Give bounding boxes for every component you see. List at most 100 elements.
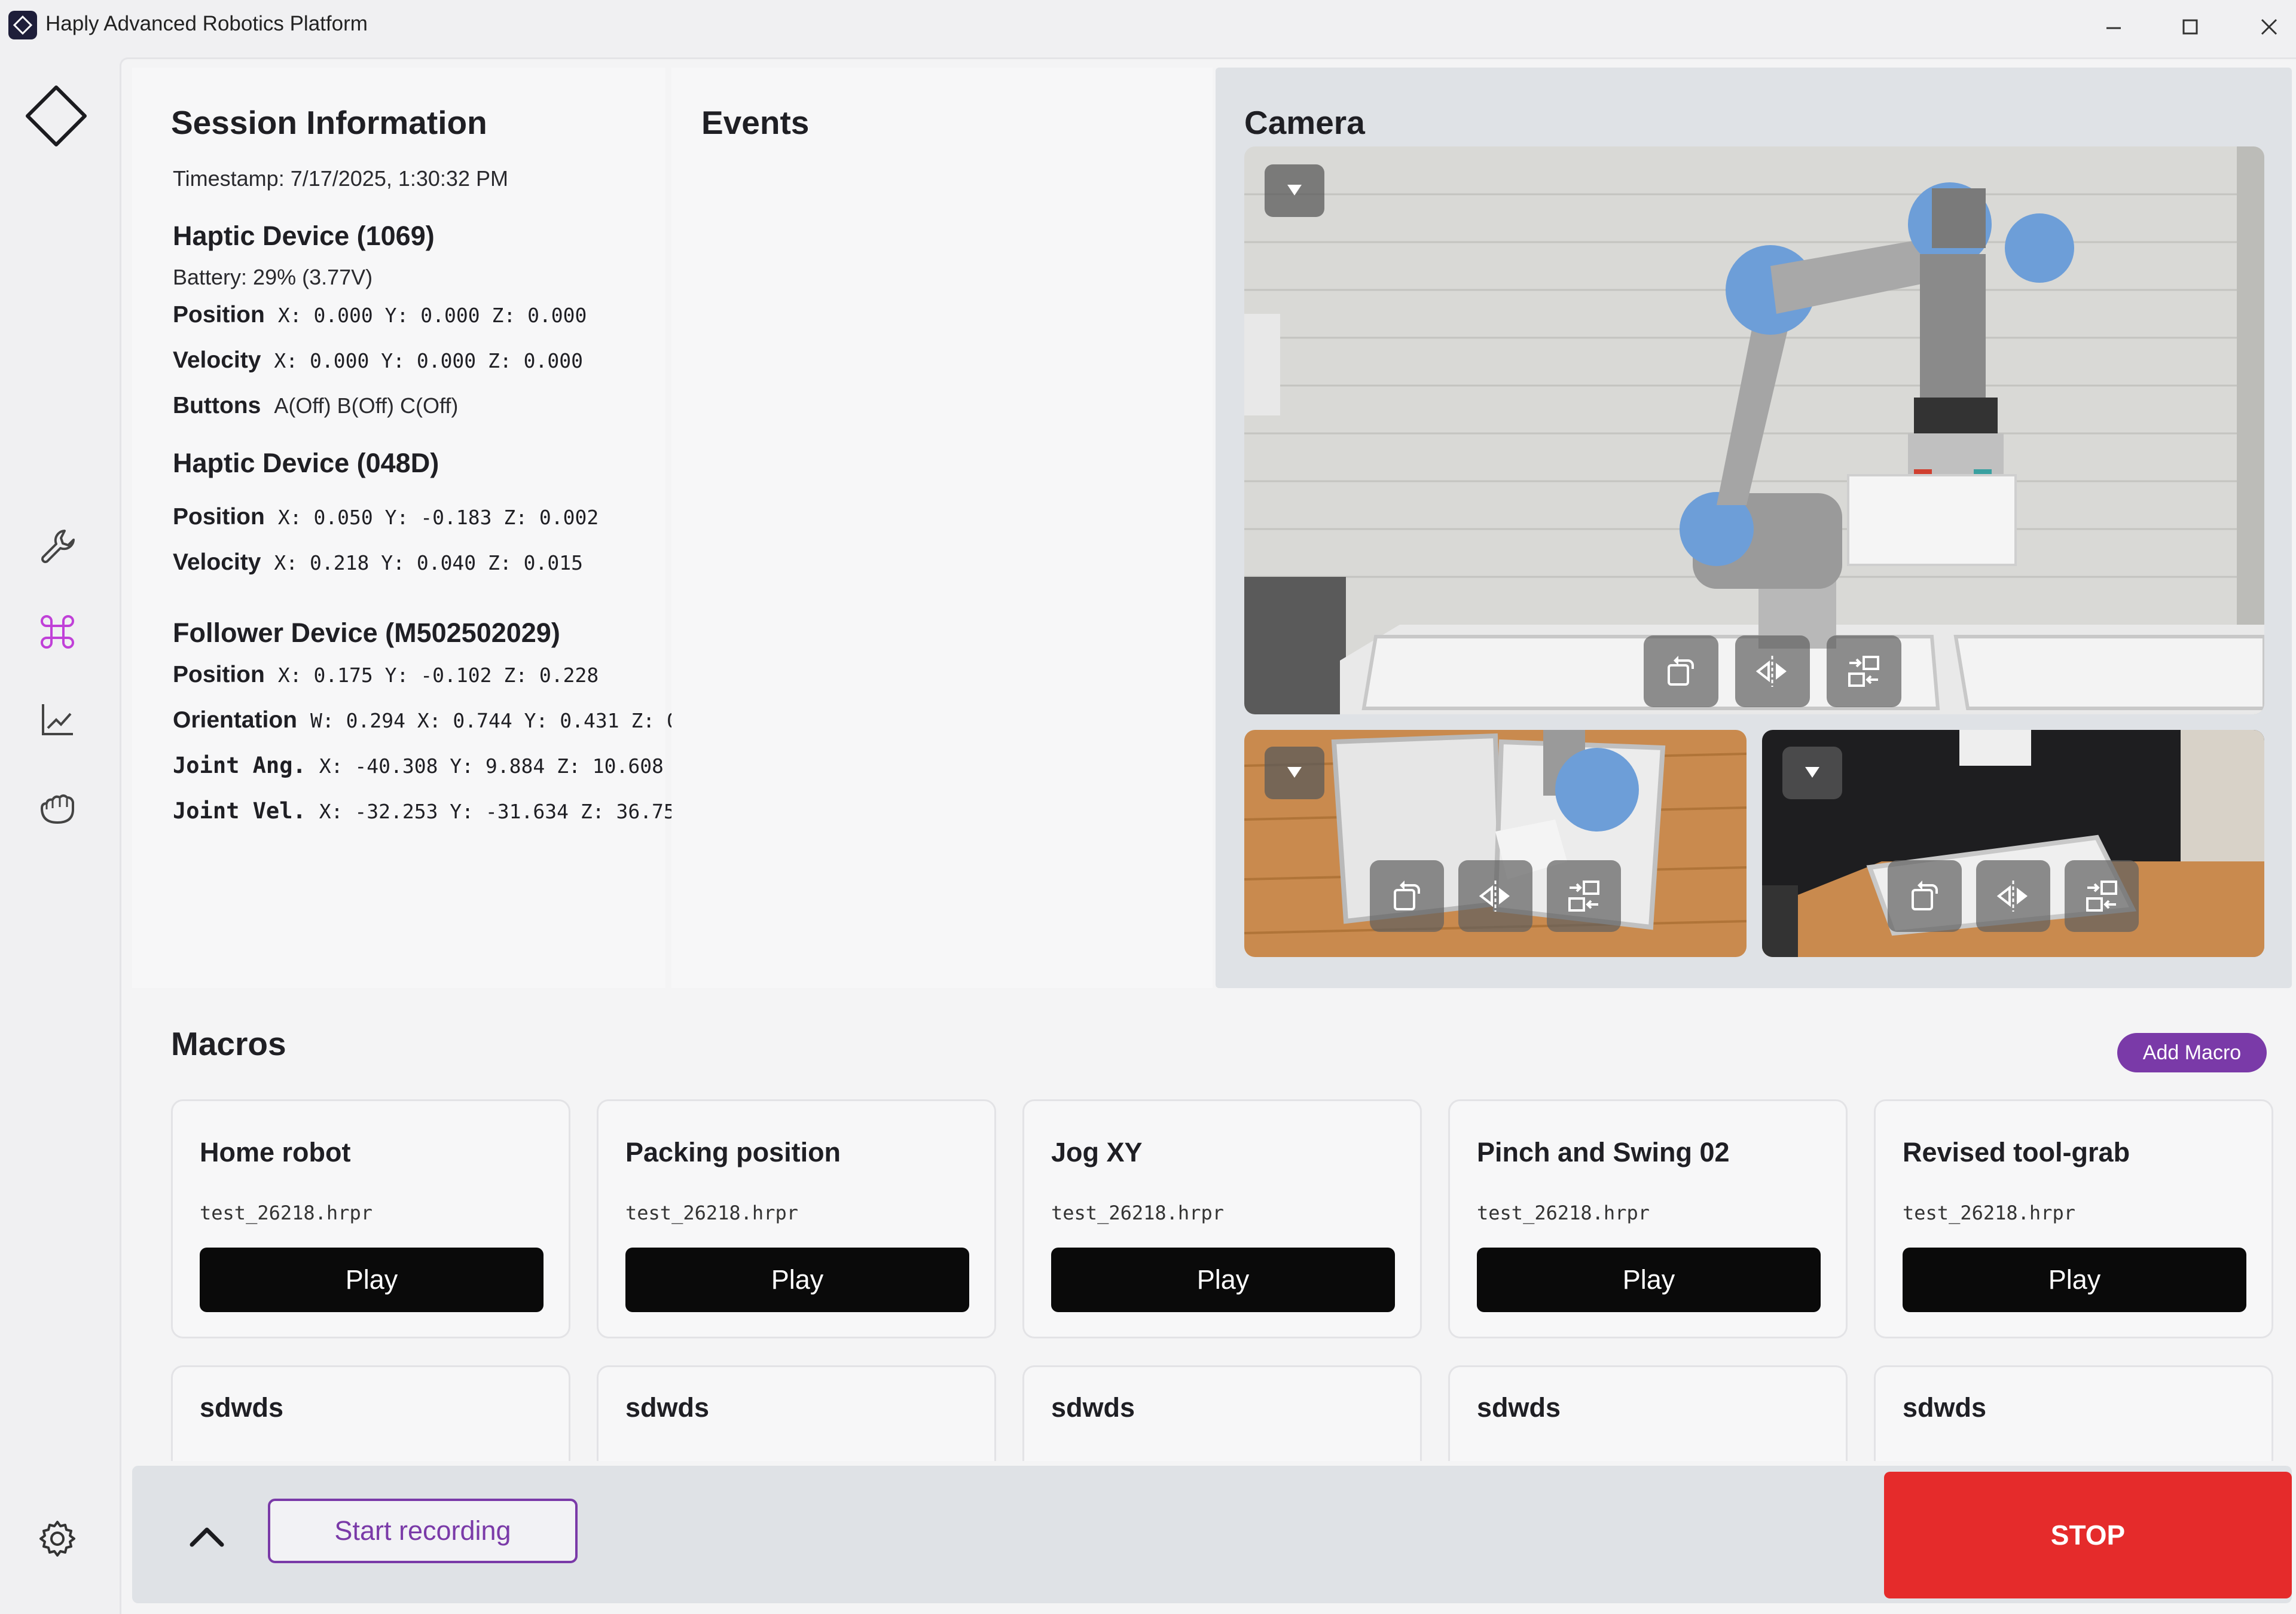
camera-toolbar: [1888, 860, 2139, 932]
haptic1-title: Haptic Device (1069): [173, 221, 435, 251]
position-value: X: 0.000 Y: 0.000 Z: 0.000: [277, 304, 587, 327]
flip-button[interactable]: [1976, 860, 2050, 932]
swap-icon: [2086, 881, 2117, 912]
add-macro-button[interactable]: Add Macro: [2117, 1033, 2267, 1072]
play-button[interactable]: Play: [625, 1248, 969, 1312]
macro-card: Home robot test_26218.hrpr Play: [171, 1099, 570, 1338]
hand-icon[interactable]: [36, 788, 79, 831]
macro-file: test_26218.hrpr: [1477, 1202, 1650, 1224]
flip-icon: [1479, 881, 1510, 912]
diamond-logo-icon[interactable]: [23, 82, 90, 149]
events-title: Events: [701, 104, 810, 141]
macro-card: sdwds: [171, 1365, 570, 1461]
haptic2-position: Position X: 0.050 Y: -0.183 Z: 0.002: [173, 504, 599, 530]
macro-name: Pinch and Swing 02: [1477, 1137, 1730, 1167]
window-title: Haply Advanced Robotics Platform: [45, 12, 368, 35]
camera-feed-main[interactable]: [1244, 146, 2264, 714]
swap-button[interactable]: [2065, 860, 2139, 932]
wrench-icon[interactable]: [36, 525, 79, 568]
flip-icon: [1996, 881, 2028, 912]
camera-toolbar: [1644, 635, 1901, 707]
play-button[interactable]: Play: [1051, 1248, 1395, 1312]
camera-select-dropdown[interactable]: [1265, 747, 1324, 799]
session-title: Session Information: [171, 104, 487, 141]
macro-name: sdwds: [625, 1392, 710, 1423]
sidebar: [0, 57, 120, 1614]
close-icon[interactable]: [2236, 6, 2296, 48]
gear-icon[interactable]: [36, 1517, 79, 1560]
macro-name: sdwds: [200, 1392, 284, 1423]
position-value: X: 0.050 Y: -0.183 Z: 0.002: [277, 506, 599, 529]
play-button[interactable]: Play: [1903, 1248, 2246, 1312]
follower-orientation: Orientation W: 0.294 X: 0.744 Y: 0.431 Z:…: [173, 707, 726, 733]
macro-name: sdwds: [1051, 1392, 1135, 1423]
events-panel: Events: [671, 68, 1213, 988]
position-label: Position: [173, 302, 265, 328]
maximize-icon[interactable]: [2157, 6, 2223, 48]
rotate-icon: [1394, 881, 1420, 910]
orientation-label: Orientation: [173, 707, 298, 733]
chart-icon[interactable]: [36, 698, 79, 741]
camera-title: Camera: [1244, 104, 1365, 141]
flip-button[interactable]: [1458, 860, 1532, 932]
camera-select-dropdown[interactable]: [1782, 747, 1842, 799]
camera-feed-sub1[interactable]: [1244, 730, 1747, 957]
play-button[interactable]: Play: [200, 1248, 544, 1312]
macro-card: Pinch and Swing 02 test_26218.hrpr Play: [1448, 1099, 1848, 1338]
swap-icon: [1568, 881, 1599, 912]
haptic2-velocity: Velocity X: 0.218 Y: 0.040 Z: 0.015: [173, 549, 583, 576]
macro-card: Jog XY test_26218.hrpr Play: [1022, 1099, 1422, 1338]
macro-name: Home robot: [200, 1137, 351, 1167]
position-value: X: 0.175 Y: -0.102 Z: 0.228: [277, 664, 599, 687]
command-icon[interactable]: [36, 610, 79, 653]
flip-button[interactable]: [1735, 635, 1810, 707]
macro-name: Jog XY: [1051, 1137, 1143, 1167]
macro-card: sdwds: [1448, 1365, 1848, 1461]
stop-button[interactable]: STOP: [1884, 1472, 2292, 1598]
chevron-down-icon: [1805, 767, 1819, 778]
follower-position: Position X: 0.175 Y: -0.102 Z: 0.228: [173, 662, 599, 688]
rotate-button[interactable]: [1888, 860, 1962, 932]
camera-panel: Camera: [1216, 68, 2292, 988]
macros-section: Macros Add Macro Home robot test_26218.h…: [132, 1001, 2292, 1509]
title-bar: Haply Advanced Robotics Platform: [0, 0, 2296, 57]
macro-name: sdwds: [1903, 1392, 1987, 1423]
rotate-icon: [1668, 656, 1694, 686]
main-window: Session Information Timestamp: 7/17/2025…: [120, 57, 2296, 1614]
orientation-value: W: 0.294 X: 0.744 Y: 0.431 Z: 0.418: [310, 709, 726, 732]
camera-feed-sub2[interactable]: [1762, 730, 2264, 957]
macro-file: test_26218.hrpr: [625, 1202, 798, 1224]
joint-vel-label: Joint Vel.: [173, 798, 306, 824]
camera-toolbar: [1370, 860, 1621, 932]
macro-card: sdwds: [597, 1365, 996, 1461]
velocity-label: Velocity: [173, 549, 261, 575]
rotate-icon: [1912, 881, 1938, 910]
haptic1-velocity: Velocity X: 0.000 Y: 0.000 Z: 0.000: [173, 347, 583, 374]
haptic1-position: Position X: 0.000 Y: 0.000 Z: 0.000: [173, 302, 587, 328]
buttons-label: Buttons: [173, 393, 261, 418]
macro-file: test_26218.hrpr: [1051, 1202, 1224, 1224]
robot-arm-scene: [1244, 146, 2264, 714]
session-timestamp: Timestamp: 7/17/2025, 1:30:32 PM: [173, 166, 508, 191]
macro-name: sdwds: [1477, 1392, 1561, 1423]
play-button[interactable]: Play: [1477, 1248, 1821, 1312]
flip-icon: [1755, 656, 1787, 687]
macro-card: sdwds: [1022, 1365, 1422, 1461]
swap-button[interactable]: [1547, 860, 1621, 932]
macro-file: test_26218.hrpr: [200, 1202, 373, 1224]
chevron-up-icon[interactable]: [180, 1509, 234, 1563]
position-label: Position: [173, 662, 265, 687]
macro-name: Revised tool-grab: [1903, 1137, 2130, 1167]
minimize-icon[interactable]: [2081, 6, 2147, 48]
joint-ang-label: Joint Ang.: [173, 753, 306, 778]
haptic2-title: Haptic Device (048D): [173, 448, 439, 478]
swap-button[interactable]: [1827, 635, 1901, 707]
start-recording-button[interactable]: Start recording: [268, 1499, 578, 1563]
macro-file: test_26218.hrpr: [1903, 1202, 2075, 1224]
macros-title: Macros: [171, 1025, 286, 1062]
follower-title: Follower Device (M502502029): [173, 618, 560, 648]
bottom-bar: Start recording STOP: [132, 1466, 2292, 1603]
rotate-button[interactable]: [1644, 635, 1718, 707]
camera-select-dropdown[interactable]: [1265, 164, 1324, 217]
rotate-button[interactable]: [1370, 860, 1444, 932]
